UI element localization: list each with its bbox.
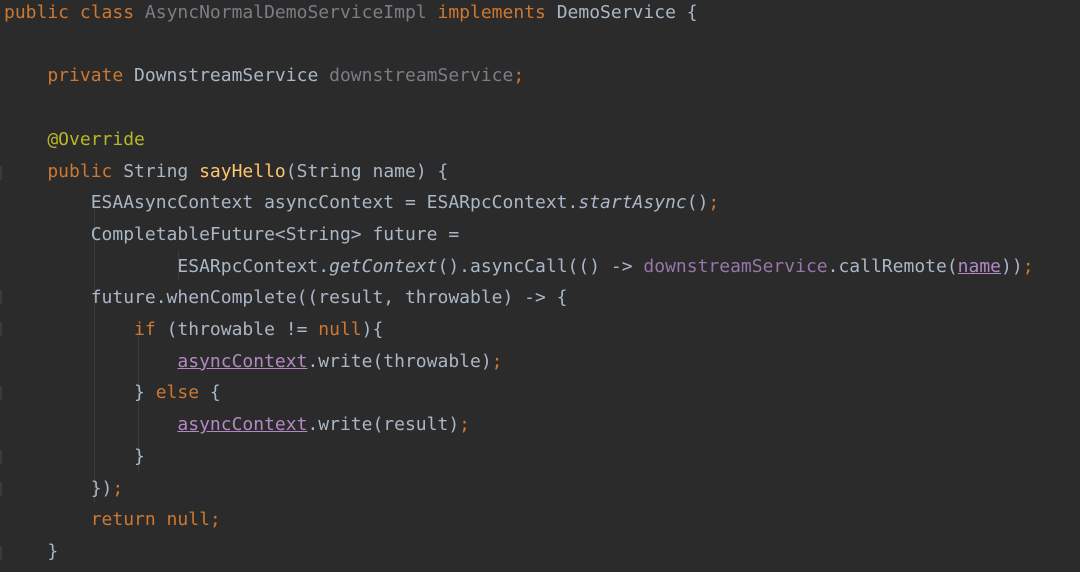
code-token: DemoService { xyxy=(556,2,698,23)
code-token: .write(throwable) xyxy=(307,350,492,372)
code-line[interactable]: public class AsyncNormalDemoServiceImpl … xyxy=(4,0,698,29)
code-line[interactable]: asyncContext.write(throwable); xyxy=(4,346,503,378)
gutter-marker xyxy=(0,450,2,464)
code-token: () xyxy=(686,192,709,214)
code-token: getContext xyxy=(329,255,438,277)
code-token: ; xyxy=(112,477,124,499)
code-token: } xyxy=(4,445,145,467)
gutter-marker xyxy=(0,386,2,400)
code-token: ESAAsyncContext asyncContext = ESARpcCon… xyxy=(4,192,579,214)
code-line[interactable]: public String sayHello(String name) { xyxy=(4,156,448,188)
code-token: ){ xyxy=(361,319,384,340)
code-token: .write(result) xyxy=(307,414,460,436)
code-line[interactable]: ESARpcContext.getContext().asyncCall(() … xyxy=(4,251,1034,283)
code-token: public xyxy=(4,160,124,182)
code-line[interactable]: } xyxy=(4,441,145,473)
code-token: ().asyncCall(() -> xyxy=(437,255,644,277)
code-token: }) xyxy=(4,477,113,499)
code-token: ; xyxy=(491,350,503,372)
code-token: ; xyxy=(1022,255,1034,277)
code-token: .callRemote( xyxy=(827,255,958,277)
code-token: else xyxy=(155,382,210,404)
code-token: (String name) { xyxy=(285,160,449,182)
code-token: sayHello xyxy=(199,160,286,182)
gutter-marker xyxy=(0,482,2,496)
code-token: AsyncNormalDemoServiceImpl xyxy=(144,2,427,23)
code-token: implements xyxy=(426,2,557,23)
code-line[interactable]: } else { xyxy=(4,377,221,409)
code-token: CompletableFuture<String> future = xyxy=(4,223,460,245)
code-line[interactable]: CompletableFuture<String> future = xyxy=(4,219,459,251)
code-token: public class xyxy=(4,2,145,23)
code-token: } xyxy=(4,382,156,404)
code-token: if xyxy=(4,319,167,340)
code-token: null xyxy=(318,319,362,340)
code-line[interactable]: return null; xyxy=(4,504,221,536)
code-line[interactable]: @Override xyxy=(4,124,145,156)
gutter-marker xyxy=(0,546,2,560)
code-token: ; xyxy=(708,192,720,214)
code-line[interactable]: }); xyxy=(4,473,124,505)
code-token: downstreamService xyxy=(643,255,828,277)
code-token: (throwable != xyxy=(166,319,319,340)
code-token: ; xyxy=(459,414,470,436)
code-line[interactable]: future.whenComplete((result, throwable) … xyxy=(4,282,568,314)
gutter-marker xyxy=(0,166,2,180)
code-line[interactable]: asyncContext.write(result); xyxy=(4,409,470,441)
code-line[interactable]: } xyxy=(4,536,58,568)
code-token: DownstreamService xyxy=(134,65,330,87)
code-token: return null; xyxy=(4,509,221,531)
code-token: @Override xyxy=(4,128,145,150)
code-token: future.whenComplete((result, throwable) … xyxy=(4,287,568,309)
code-token: name xyxy=(957,255,1002,277)
code-token: ESARpcContext. xyxy=(4,255,330,277)
code-token: )) xyxy=(1001,255,1023,277)
code-line[interactable]: ESAAsyncContext asyncContext = ESARpcCon… xyxy=(4,187,720,219)
code-token: String xyxy=(123,160,200,182)
gutter-marker xyxy=(0,322,2,336)
code-token: } xyxy=(4,540,59,562)
code-line[interactable]: private DownstreamService downstreamServ… xyxy=(4,60,524,92)
code-editor[interactable]: public class AsyncNormalDemoServiceImpl … xyxy=(0,0,1080,572)
code-token: downstreamService xyxy=(329,65,514,87)
code-token: ; xyxy=(513,65,525,87)
code-token: asyncContext xyxy=(177,414,308,436)
code-token: startAsync xyxy=(578,192,687,214)
gutter-marker xyxy=(0,290,2,304)
code-token: { xyxy=(209,382,221,404)
code-token: asyncContext xyxy=(177,350,308,372)
code-line[interactable]: if (throwable != null){ xyxy=(4,314,383,346)
code-token: private xyxy=(4,65,135,87)
